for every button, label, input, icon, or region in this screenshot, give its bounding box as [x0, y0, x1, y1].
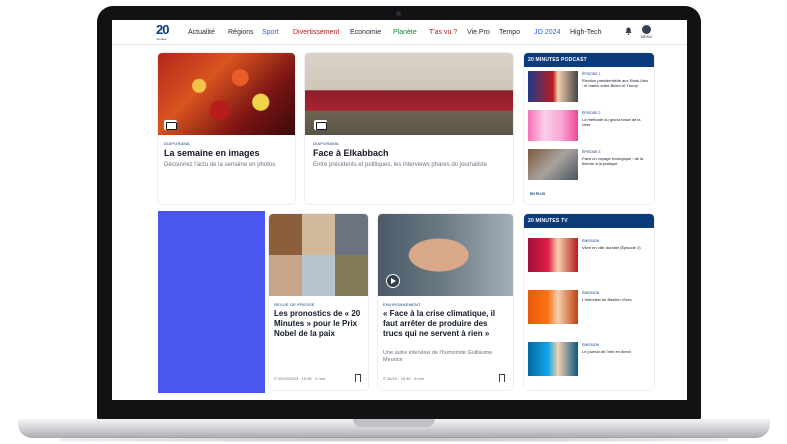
tv-item-category: ÉMISSION	[582, 239, 600, 243]
tv-box: 20 MINUTES TV ÉMISSION Vivre en ville du…	[524, 214, 654, 390]
card-semaine-en-images[interactable]: DIAPORAMA La semaine en images Découvrez…	[158, 53, 295, 204]
card-category: DIAPORAMA	[313, 141, 339, 146]
card-prix-nobel[interactable]: REVUE DE PRESSE Les pronostics de « 20 M…	[269, 214, 368, 390]
tv-thumb-3[interactable]	[528, 342, 578, 376]
menu-icon	[642, 25, 651, 34]
card-crise-climatique[interactable]: ENVIRONNEMENT « Face à la crise climatiq…	[378, 214, 513, 390]
bell-icon[interactable]	[625, 27, 632, 35]
card-title[interactable]: La semaine en images	[164, 148, 292, 159]
card-meta: © 05/10/2023 · 15:45 · 4 min	[274, 376, 325, 381]
nav-item-actualite[interactable]: Actualité	[188, 28, 215, 37]
podcast-thumb-1[interactable]	[528, 71, 578, 102]
card-image	[158, 53, 295, 135]
browser-screen: 20 minutes Actualité Régions Sport Diver…	[112, 20, 687, 400]
podcast-item-text[interactable]: Faire un voyage écologique : de la théor…	[582, 156, 650, 166]
laptop-notch	[353, 419, 435, 427]
podcast-item-category: ÉPISODE 3	[582, 150, 601, 154]
card-desc: Entre présidents et politiques, les inte…	[313, 162, 488, 168]
tv-item-text[interactable]: Le journal de l'info en direct	[582, 349, 650, 354]
podcast-box: 20 MINUTES PODCAST ÉPISODE 1 Election pr…	[524, 53, 654, 204]
photo-gallery-icon	[314, 120, 327, 130]
nav-item-vie-pro[interactable]: Vie Pro	[467, 28, 490, 37]
nav-item-tas-vu[interactable]: T'as vu ?	[429, 28, 457, 37]
tv-item-category: ÉMISSION	[582, 291, 600, 295]
nav-item-tempo[interactable]: Tempo	[499, 28, 520, 37]
laptop-shadow	[60, 437, 728, 442]
card-category: REVUE DE PRESSE	[274, 302, 315, 307]
photo-gallery-icon	[164, 120, 177, 130]
top-nav: 20 minutes Actualité Régions Sport Diver…	[112, 20, 687, 45]
card-meta: © 05/10 · 16:30 · 6 min	[383, 376, 424, 381]
podcast-more-link[interactable]: EN PLUS	[530, 192, 545, 196]
tv-item-text[interactable]: L'interview de Bastien Vives	[582, 297, 650, 302]
menu-label: MENU	[640, 34, 653, 39]
card-image-grid	[269, 214, 368, 296]
play-icon[interactable]	[386, 274, 400, 288]
tv-thumb-1[interactable]	[528, 238, 578, 272]
podcast-item-category: ÉPISODE 1	[582, 72, 601, 76]
card-title[interactable]: Les pronostics de « 20 Minutes » pour le…	[274, 309, 366, 339]
tv-header: 20 MINUTES TV	[524, 214, 654, 228]
podcast-item-text[interactable]: Election présidentielle aux Etats-Unis :…	[582, 78, 650, 88]
card-category: DIAPORAMA	[164, 141, 190, 146]
nav-item-high-tech[interactable]: High-Tech	[570, 28, 602, 37]
nav-item-planete[interactable]: Planète	[393, 28, 417, 37]
bookmark-icon[interactable]	[499, 374, 505, 382]
ad-block[interactable]	[158, 211, 265, 393]
podcast-thumb-2[interactable]	[528, 110, 578, 141]
card-title[interactable]: Face à Elkabbach	[313, 148, 503, 159]
site-logo-sub: minutes	[156, 37, 167, 41]
nav-item-divertissement[interactable]: Divertissement	[293, 28, 339, 37]
nav-item-jo-2024[interactable]: JO 2024	[534, 28, 560, 37]
nav-item-sport[interactable]: Sport	[262, 28, 279, 37]
podcast-header: 20 MINUTES PODCAST	[524, 53, 654, 67]
card-desc: Une autre interview de l'humoriste Guill…	[383, 350, 493, 363]
tv-item-text[interactable]: Vivre en ville durable (Épisode 2)	[582, 245, 650, 250]
laptop-mockup: 20 minutes Actualité Régions Sport Diver…	[0, 0, 787, 444]
podcast-thumb-3[interactable]	[528, 149, 578, 180]
tv-thumb-2[interactable]	[528, 290, 578, 324]
card-desc: Découvrez l'actu de la semaine en photos	[164, 162, 276, 168]
card-category: ENVIRONNEMENT	[383, 302, 421, 307]
webcam	[396, 11, 401, 16]
podcast-item-text[interactable]: La méthode du grand fossé de la crise	[582, 117, 650, 127]
card-image	[305, 53, 513, 135]
card-face-a-elkabbach[interactable]: DIAPORAMA Face à Elkabbach Entre préside…	[305, 53, 513, 204]
nav-item-economie[interactable]: Economie	[350, 28, 381, 37]
menu-button[interactable]: MENU	[640, 25, 653, 43]
bookmark-icon[interactable]	[355, 374, 361, 382]
tv-item-category: ÉMISSION	[582, 343, 600, 347]
nav-item-regions[interactable]: Régions	[228, 28, 254, 37]
card-title[interactable]: « Face à la crise climatique, il faut ar…	[383, 309, 509, 339]
podcast-item-category: ÉPISODE 2	[582, 111, 601, 115]
